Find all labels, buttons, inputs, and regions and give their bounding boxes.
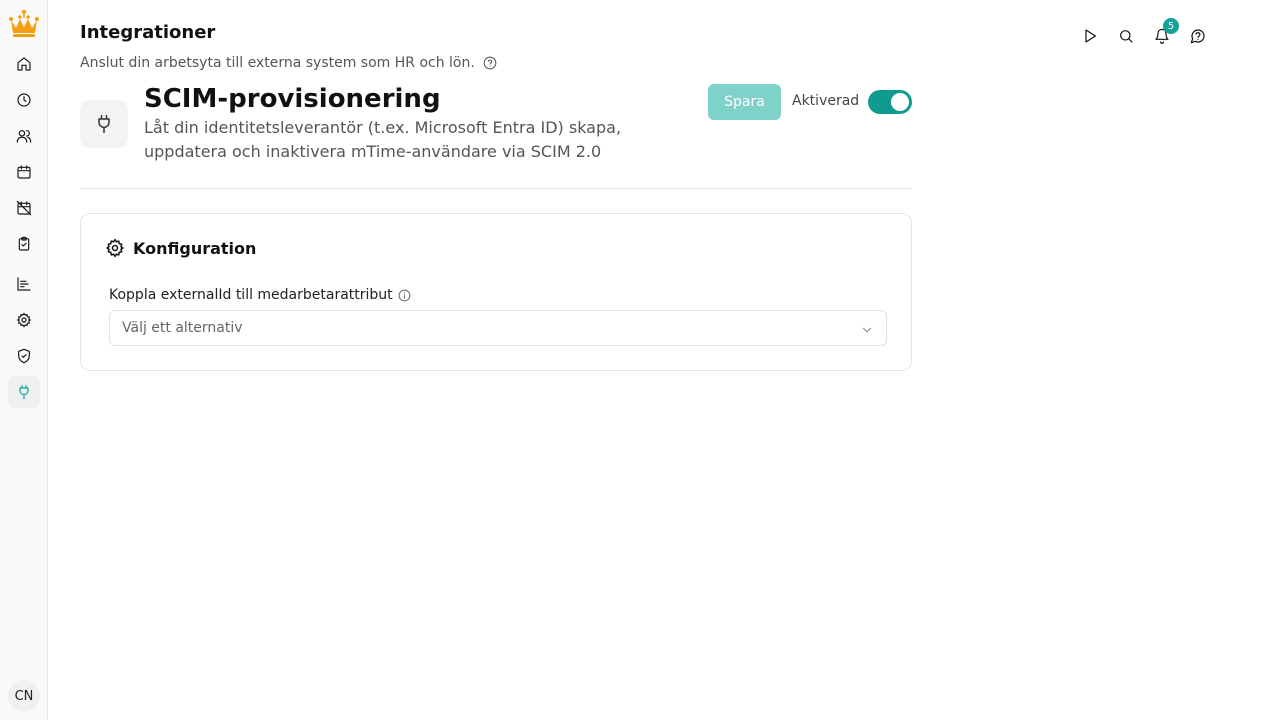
divider [80, 188, 912, 189]
message-help-icon [1190, 29, 1205, 44]
page-subtitle: Anslut din arbetsyta till externa system… [80, 55, 497, 71]
configuration-header: Konfiguration [105, 238, 256, 258]
integration-title: SCIM-provisionering [144, 84, 441, 114]
clipboard-check-icon [18, 236, 30, 251]
calendar-off-icon [16, 200, 32, 216]
configuration-card: Konfiguration Koppla externalId till med… [80, 213, 912, 371]
calendar-icon [17, 165, 31, 179]
help-chat-button[interactable] [1184, 24, 1212, 48]
search-button[interactable] [1112, 24, 1140, 48]
sidebar-item-users[interactable] [8, 120, 40, 152]
select-placeholder: Välj ett alternativ [122, 320, 243, 336]
externalid-field-label: Koppla externalId till medarbetarattribu… [109, 287, 411, 303]
clock-icon [17, 93, 31, 107]
externalid-attribute-select[interactable]: Välj ett alternativ [109, 310, 887, 346]
toggle-knob [891, 93, 909, 111]
play-button[interactable] [1076, 24, 1104, 48]
info-icon[interactable] [398, 289, 411, 302]
search-icon [1120, 30, 1133, 43]
plug-icon [98, 114, 110, 134]
gear-icon [106, 238, 124, 258]
enabled-toggle-label: Aktiverad [792, 93, 860, 109]
chart-icon [17, 277, 31, 291]
sidebar-item-calendar[interactable] [8, 156, 40, 188]
notifications-badge: 5 [1163, 18, 1179, 34]
gear-icon [17, 312, 31, 328]
sidebar-item-tasks[interactable] [8, 228, 40, 260]
chevron-down-icon [860, 322, 874, 336]
enabled-toggle[interactable] [868, 90, 912, 114]
play-icon [1085, 29, 1096, 43]
shield-check-icon [18, 348, 30, 364]
home-icon [17, 57, 31, 71]
topbar: 5 [1076, 18, 1220, 48]
page-subtitle-text: Anslut din arbetsyta till externa system… [80, 55, 475, 71]
integration-description: Låt din identitetsleverantör (t.ex. Micr… [144, 118, 622, 161]
sidebar-item-time[interactable] [8, 84, 40, 116]
plug-icon [19, 384, 29, 400]
crown-logo-icon[interactable] [7, 8, 41, 40]
sidebar: CN [0, 0, 48, 720]
users-icon [16, 130, 32, 143]
notifications-button[interactable]: 5 [1148, 18, 1179, 48]
integration-icon-box [80, 100, 128, 148]
sidebar-item-settings[interactable] [8, 304, 40, 336]
sidebar-item-integrations[interactable] [8, 376, 40, 408]
avatar[interactable]: CN [8, 680, 40, 712]
sidebar-item-security[interactable] [8, 340, 40, 372]
configuration-title: Konfiguration [133, 238, 257, 258]
externalid-field-label-text: Koppla externalId till medarbetarattribu… [109, 287, 393, 303]
save-button[interactable]: Spara [708, 84, 781, 120]
page-title: Integrationer [80, 22, 216, 43]
help-circle-icon[interactable] [483, 56, 497, 70]
sidebar-item-absence[interactable] [8, 192, 40, 224]
sidebar-item-reports[interactable] [8, 268, 40, 300]
sidebar-item-home[interactable] [8, 48, 40, 80]
